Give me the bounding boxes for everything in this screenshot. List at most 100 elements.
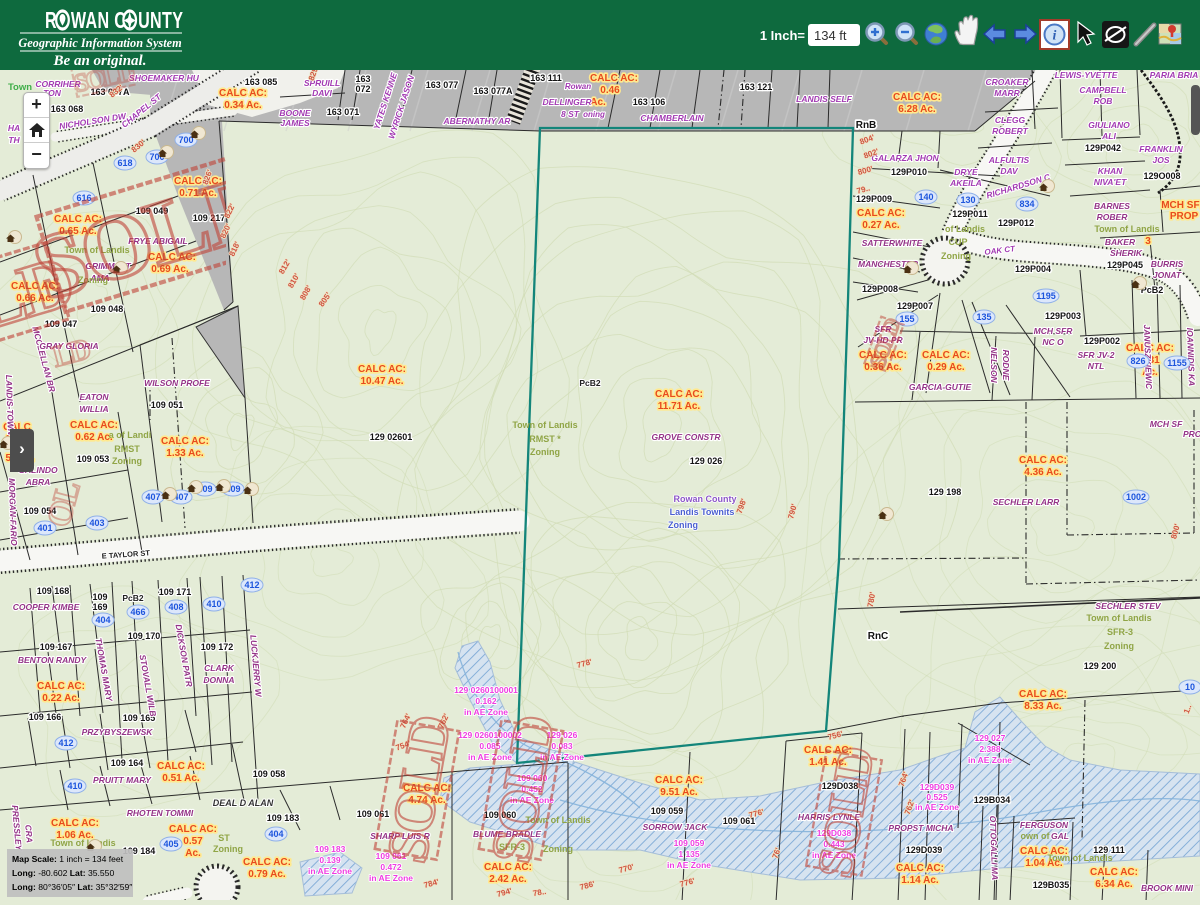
svg-text:BENTON RANDY: BENTON RANDY <box>18 655 88 665</box>
svg-text:Rowan County: Rowan County <box>674 494 737 504</box>
svg-text:ROBER: ROBER <box>1097 212 1129 222</box>
svg-text:8.33 Ac.: 8.33 Ac. <box>1024 701 1062 712</box>
svg-text:GALARZA JHON: GALARZA JHON <box>871 153 939 163</box>
svg-text:WILSON PROFE: WILSON PROFE <box>144 378 210 388</box>
svg-text:JONAT: JONAT <box>1153 270 1182 280</box>
svg-text:135: 135 <box>976 312 991 322</box>
svg-text:Town of Landis: Town of Landis <box>512 420 577 430</box>
svg-text:412: 412 <box>58 738 73 748</box>
svg-text:0.472: 0.472 <box>380 862 402 872</box>
svg-text:LANDIS-TOWN: LANDIS-TOWN <box>4 375 16 436</box>
svg-text:129P042: 129P042 <box>1085 143 1121 153</box>
svg-text:163 068: 163 068 <box>51 104 84 114</box>
svg-text:Rowan: Rowan <box>565 82 591 91</box>
svg-text:109 170: 109 170 <box>128 631 161 641</box>
svg-text:AKEILA: AKEILA <box>949 178 982 188</box>
svg-text:0.525: 0.525 <box>926 792 948 802</box>
svg-text:IOANNIDIS KA: IOANNIDIS KA <box>1185 327 1197 386</box>
svg-text:LANDIS SELF: LANDIS SELF <box>796 94 853 104</box>
svg-text:109 183: 109 183 <box>315 844 346 854</box>
svg-text:129P011: 129P011 <box>952 209 988 219</box>
svg-text:DAV: DAV <box>1000 166 1019 176</box>
svg-text:BAKER: BAKER <box>1105 237 1136 247</box>
svg-text:834: 834 <box>1019 199 1034 209</box>
svg-text:PcB2: PcB2 <box>122 593 144 603</box>
svg-text:129P009: 129P009 <box>856 194 892 204</box>
svg-text:MARR: MARR <box>994 88 1020 98</box>
svg-text:SHOEMAKER HU: SHOEMAKER HU <box>129 73 200 83</box>
svg-text:129 026: 129 026 <box>690 456 723 466</box>
svg-text:134 ft: 134 ft <box>814 28 847 43</box>
svg-text:RnB: RnB <box>856 120 877 131</box>
svg-text:0.139: 0.139 <box>319 855 341 865</box>
svg-text:in AE Zone: in AE Zone <box>915 802 959 812</box>
svg-text:129P003: 129P003 <box>1045 311 1081 321</box>
svg-text:SECHLER STEV: SECHLER STEV <box>1095 601 1162 611</box>
svg-text:Town of Landis: Town of Landis <box>1047 853 1112 863</box>
svg-text:129 027: 129 027 <box>975 733 1006 743</box>
svg-text:GAL: GAL <box>1051 831 1069 841</box>
svg-text:ROBERT: ROBERT <box>992 126 1029 136</box>
svg-text:10.47 Ac.: 10.47 Ac. <box>361 376 404 387</box>
svg-text:CALC AC:: CALC AC: <box>161 436 209 447</box>
svg-text:in AE Zone: in AE Zone <box>369 873 413 883</box>
svg-text:1 Inch=: 1 Inch= <box>760 28 806 43</box>
svg-text:3: 3 <box>1145 236 1151 247</box>
svg-text:1155: 1155 <box>1167 358 1187 368</box>
svg-text:0.62 Ac.: 0.62 Ac. <box>75 432 113 443</box>
svg-text:ST: ST <box>218 833 230 843</box>
svg-text:PROP: PROP <box>1183 429 1200 439</box>
svg-text:RHOTEN TOMMI: RHOTEN TOMMI <box>127 808 194 818</box>
svg-text:1.14 Ac.: 1.14 Ac. <box>901 875 939 886</box>
svg-text:of Landis: of Landis <box>945 224 985 234</box>
svg-text:Zoning: Zoning <box>530 447 560 457</box>
svg-text:8 ST: 8 ST <box>561 109 580 119</box>
svg-text:in AE Zone: in AE Zone <box>968 755 1012 765</box>
svg-text:4.36 Ac.: 4.36 Ac. <box>1024 467 1062 478</box>
svg-text:JOS: JOS <box>1152 155 1169 165</box>
svg-text:CALC AC:: CALC AC: <box>893 92 941 103</box>
svg-text:CLEGG: CLEGG <box>995 115 1026 125</box>
svg-text:SHERIK: SHERIK <box>1110 248 1143 258</box>
svg-text:1.33 Ac.: 1.33 Ac. <box>166 448 204 459</box>
svg-text:Ac.: Ac. <box>185 848 201 859</box>
svg-text:410: 410 <box>67 781 82 791</box>
svg-text:NC O: NC O <box>1042 337 1064 347</box>
svg-text:0.57: 0.57 <box>183 836 203 847</box>
svg-text:129P002: 129P002 <box>1084 336 1120 346</box>
svg-text:CALC AC:: CALC AC: <box>590 73 638 84</box>
svg-text:Town of Landis: Town of Landis <box>1086 613 1151 623</box>
svg-text:410: 410 <box>206 599 221 609</box>
svg-text:163 077: 163 077 <box>426 80 459 90</box>
svg-text:GARCIA-GUTIE: GARCIA-GUTIE <box>909 382 972 392</box>
svg-text:129P045: 129P045 <box>1107 260 1143 270</box>
svg-text:ABERNATHY AR: ABERNATHY AR <box>443 116 512 126</box>
svg-text:PROPST MICHA: PROPST MICHA <box>888 823 953 833</box>
svg-text:CALC AC:: CALC AC: <box>169 824 217 835</box>
svg-text:129D039: 129D039 <box>920 782 955 792</box>
svg-text:163 106: 163 106 <box>633 97 666 107</box>
svg-text:129 200: 129 200 <box>1084 661 1117 671</box>
svg-text:109 059: 109 059 <box>651 806 684 816</box>
svg-text:PRZYBYSZEWSK: PRZYBYSZEWSK <box>82 727 154 737</box>
svg-text:1195: 1195 <box>1036 291 1056 301</box>
svg-text:Zoning: Zoning <box>112 456 142 466</box>
svg-text:2.388: 2.388 <box>979 744 1001 754</box>
svg-text:ALI: ALI <box>1101 131 1116 141</box>
svg-text:CALC AC:: CALC AC: <box>655 775 703 786</box>
svg-text:PcB2: PcB2 <box>579 378 601 388</box>
svg-text:WAN C: WAN C <box>71 8 126 33</box>
svg-text:Zoning: Zoning <box>668 520 698 530</box>
svg-text:109 051: 109 051 <box>151 400 184 410</box>
svg-text:826: 826 <box>1130 356 1145 366</box>
svg-text:HA: HA <box>8 123 20 133</box>
svg-text:163 085: 163 085 <box>245 77 278 87</box>
svg-text:169: 169 <box>92 602 107 612</box>
svg-text:Zoning: Zoning <box>213 844 243 854</box>
svg-text:ABRA: ABRA <box>25 477 51 487</box>
svg-text:in AE Zone: in AE Zone <box>667 860 711 870</box>
svg-text:0.27 Ac.: 0.27 Ac. <box>862 220 900 231</box>
svg-text:WILLIA: WILLIA <box>79 404 108 414</box>
svg-text:RMST *: RMST * <box>529 434 561 444</box>
svg-text:CALC AC:: CALC AC: <box>1019 689 1067 700</box>
